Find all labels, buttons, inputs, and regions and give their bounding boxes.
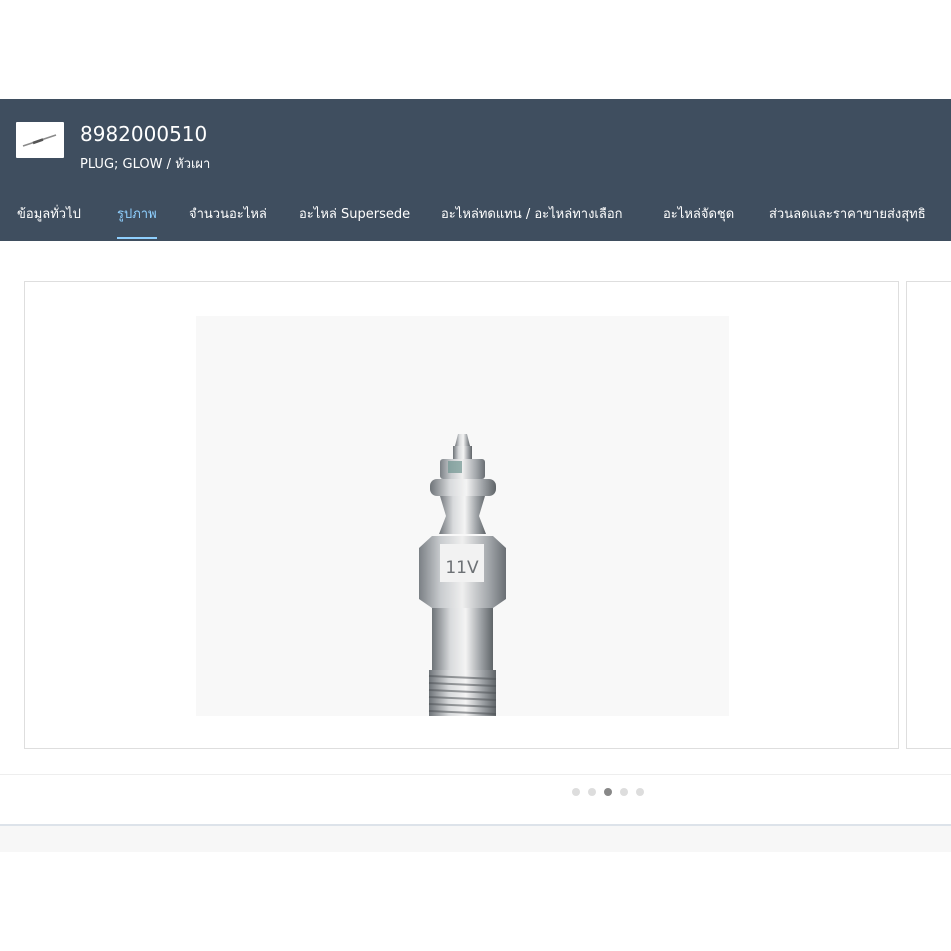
part-thumbnail[interactable]: [16, 122, 64, 158]
carousel-dot-1[interactable]: [572, 788, 580, 796]
carousel-dot-3[interactable]: [604, 788, 612, 796]
tab-supersede[interactable]: อะไหล่ Supersede: [299, 203, 410, 241]
next-slide-preview[interactable]: [906, 281, 951, 749]
tab-quantity[interactable]: จำนวนอะไหล่: [189, 203, 267, 241]
tab-kit-parts[interactable]: อะไหล่จัดชุด: [663, 203, 734, 241]
carousel-pagination: [0, 774, 951, 826]
tab-images[interactable]: รูปภาพ: [117, 203, 157, 241]
tab-discount-price[interactable]: ส่วนลดและราคาขายส่งสุทธิ: [769, 203, 926, 241]
tab-bar: ข้อมูลทั่วไป รูปภาพ จำนวนอะไหล่ อะไหล่ S…: [0, 203, 951, 241]
part-description: PLUG; GLOW / หัวเผา: [80, 157, 211, 172]
part-header: 8982000510 PLUG; GLOW / หัวเผา ข้อมูลทั่…: [0, 99, 951, 241]
glow-plug-photo: 11V: [196, 316, 729, 716]
footer-strip: [0, 826, 951, 852]
part-number: 8982000510: [80, 122, 208, 146]
image-carousel-slide[interactable]: 11V: [24, 281, 899, 749]
carousel-dot-4[interactable]: [620, 788, 628, 796]
carousel-dot-2[interactable]: [588, 788, 596, 796]
plug-marking: 11V: [445, 558, 479, 578]
carousel-dot-5[interactable]: [636, 788, 644, 796]
tab-general-info[interactable]: ข้อมูลทั่วไป: [17, 203, 81, 241]
tab-alternatives[interactable]: อะไหล่ทดแทน / อะไหล่ทางเลือก: [441, 203, 623, 241]
